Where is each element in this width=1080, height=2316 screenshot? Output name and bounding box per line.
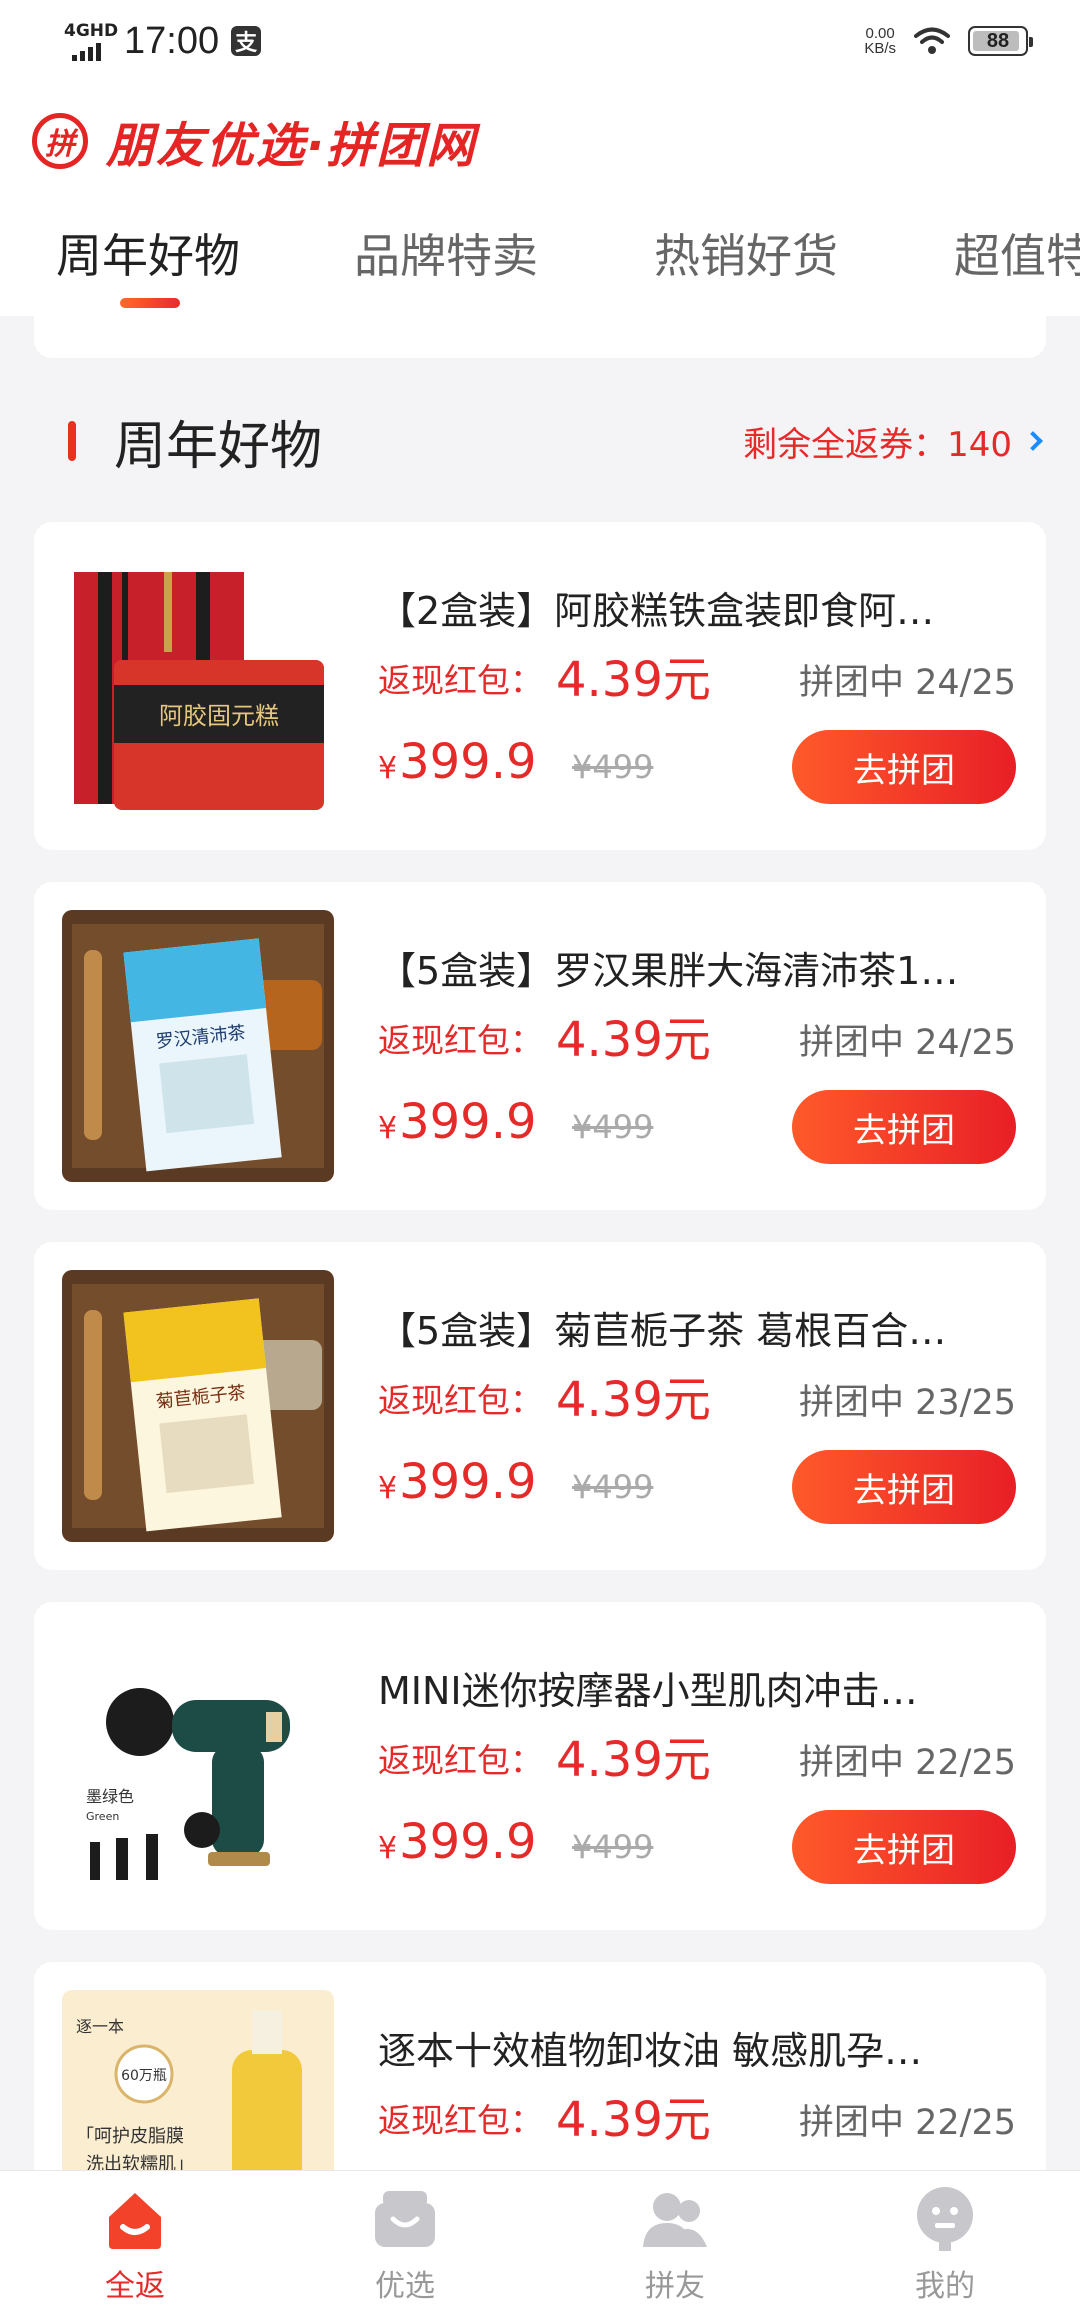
network-type: 4GHD (64, 21, 119, 41)
nav-label: 拼友 (645, 2269, 705, 2304)
product-title[interactable]: 【5盒装】菊苣栀子茶 葛根百合… (378, 1300, 1018, 1355)
cashback-label: 返现红包： (378, 2101, 543, 2140)
product-title[interactable]: MINI迷你按摩器小型肌肉冲击… (378, 1660, 1018, 1715)
nav-label: 我的 (915, 2269, 975, 2304)
chevron-right-icon (1023, 431, 1043, 451)
home-icon (109, 2193, 161, 2249)
product-image-badge: 60万瓶 (121, 2068, 167, 2084)
section-title: 周年好物 (114, 416, 323, 477)
brand-name: 朋友优选·拼团网 (106, 118, 477, 174)
tab-hot-sale[interactable]: 热销好货 (654, 220, 838, 286)
cashback-label: 返现红包： (378, 1381, 543, 1420)
product-card[interactable]: 菊苣栀子茶 【5盒装】菊苣栀子茶 葛根百合… 返现红包： 4.39元 拼团中 2… (34, 1242, 1046, 1570)
clock: 17:00 (124, 19, 220, 62)
cashback-label: 返现红包： (378, 1021, 543, 1060)
remaining-coupons-link[interactable]: 剩余全返券：140 (743, 417, 1043, 466)
product-image-slogan: 「呵护皮脂膜 (76, 2126, 184, 2147)
shopping-bag-icon (375, 2191, 435, 2247)
original-price: ¥499 (572, 1108, 654, 1146)
tab-value-deals[interactable]: 超值特 (954, 220, 1080, 286)
app-header: 拼 朋友优选·拼团网 (0, 82, 1080, 200)
net-speed: 0.00 KB/s (864, 25, 896, 57)
battery-icon: 88 (968, 26, 1033, 56)
remaining-coupons-text: 剩余全返券：140 (743, 424, 1012, 465)
product-image-sublabel: Green (86, 1810, 119, 1823)
nav-item-friends[interactable]: 拼友 (605, 2183, 745, 2305)
group-progress: 拼团中 23/25 (799, 1383, 1016, 1423)
cashback-value: 4.39元 (556, 2092, 711, 2148)
pay-notification-icon: 支 (231, 26, 262, 56)
group-progress: 拼团中 22/25 (799, 1743, 1016, 1783)
product-card[interactable]: 罗汉清沛茶 【5盒装】罗汉果胖大海清沛茶1… 返现红包： 4.39元 拼团中 2… (34, 882, 1046, 1210)
product-image-brand: 逐一本 (76, 2017, 124, 2036)
original-price: ¥499 (572, 1468, 654, 1506)
product-image: 墨绿色 Green (62, 1630, 334, 1902)
original-price: ¥499 (572, 748, 654, 786)
cashback-label: 返现红包： (378, 1741, 543, 1780)
nav-item-mine[interactable]: 我的 (875, 2183, 1015, 2305)
active-tab-indicator (120, 298, 180, 308)
product-card[interactable]: 阿胶固元糕 【2盒装】阿胶糕铁盒装即食阿… 返现红包： 4.39元 拼团中 24… (34, 522, 1046, 850)
previous-card-bottom (34, 316, 1046, 358)
product-title[interactable]: 逐本十效植物卸妆油 敏感肌孕… (378, 2020, 1018, 2075)
join-group-button[interactable]: 去拼团 (792, 1450, 1016, 1524)
price: ¥399.9 (378, 1094, 537, 1150)
battery-level: 88 (986, 29, 1010, 52)
status-left: 4GHD 17:00 支 (62, 19, 262, 63)
nav-item-selection[interactable]: 优选 (335, 2183, 475, 2305)
join-group-button[interactable]: 去拼团 (792, 730, 1016, 804)
product-image: 逐一本 60万瓶 「呵护皮脂膜 洗出软糯肌」 (62, 1990, 334, 2200)
group-progress: 拼团中 24/25 (799, 663, 1016, 703)
nav-label: 优选 (375, 2269, 435, 2304)
nav-label: 全返 (105, 2269, 165, 2304)
product-title[interactable]: 【2盒装】阿胶糕铁盒装即食阿… (378, 580, 1018, 635)
network-icon: 4GHD (62, 21, 118, 61)
price: ¥399.9 (378, 1814, 537, 1870)
tab-brand-sale[interactable]: 品牌特卖 (354, 220, 538, 286)
nav-item-all-return[interactable]: 全返 (65, 2183, 205, 2305)
product-image-label: 墨绿色 (86, 1787, 134, 1806)
group-progress: 拼团中 22/25 (799, 2103, 1016, 2143)
join-group-button[interactable]: 去拼团 (792, 1810, 1016, 1884)
brand-logo: 拼 (32, 113, 88, 169)
status-bar: 4GHD 17:00 支 0.00 KB/s 88 (0, 0, 1080, 82)
product-card[interactable]: 墨绿色 Green MINI迷你按摩器小型肌肉冲击… 返现红包： 4.39元 拼… (34, 1602, 1046, 1930)
cashback-value: 4.39元 (556, 652, 711, 708)
section-header: 周年好物 剩余全返券：140 (34, 396, 1046, 486)
cashback-label: 返现红包： (378, 661, 543, 700)
friends-icon (643, 2193, 707, 2247)
price: ¥399.9 (378, 734, 537, 790)
status-right: 0.00 KB/s 88 (864, 25, 1033, 57)
product-image: 罗汉清沛茶 (62, 910, 334, 1182)
product-image: 菊苣栀子茶 (62, 1270, 334, 1542)
cashback-value: 4.39元 (556, 1372, 711, 1428)
tab-anniversary[interactable]: 周年好物 (56, 220, 240, 286)
original-price: ¥499 (572, 1828, 654, 1866)
price: ¥399.9 (378, 1454, 537, 1510)
wifi-icon (914, 27, 950, 54)
product-image: 阿胶固元糕 (62, 550, 334, 822)
profile-icon (917, 2187, 973, 2251)
section-accent-bar (68, 421, 76, 461)
bottom-nav: 全返 优选 拼友 我的 (0, 2170, 1080, 2316)
group-progress: 拼团中 24/25 (799, 1023, 1016, 1063)
join-group-button[interactable]: 去拼团 (792, 1090, 1016, 1164)
product-image-label: 阿胶固元糕 (159, 702, 279, 730)
cashback-value: 4.39元 (556, 1012, 711, 1068)
cashback-value: 4.39元 (556, 1732, 711, 1788)
product-title[interactable]: 【5盒装】罗汉果胖大海清沛茶1… (378, 940, 1018, 995)
